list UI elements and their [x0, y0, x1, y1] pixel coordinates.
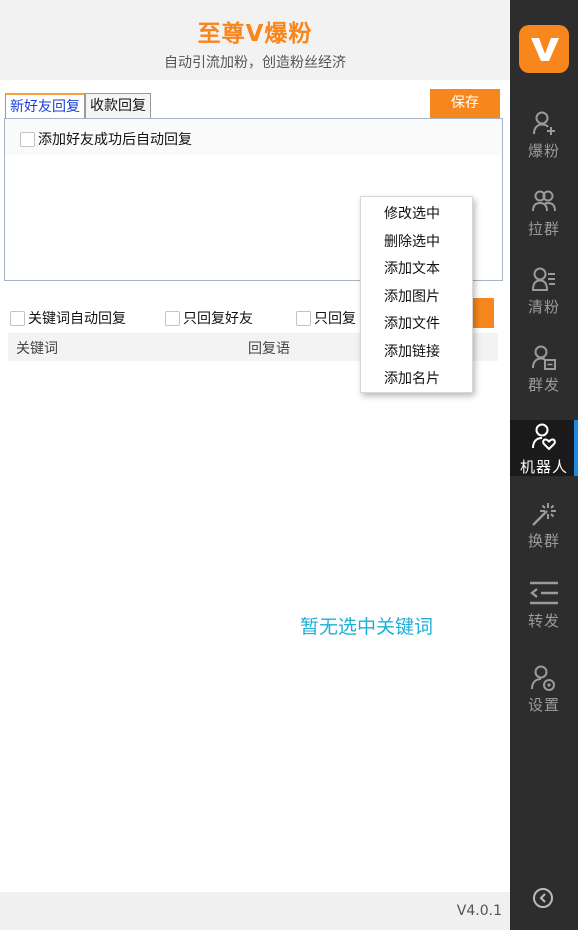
user-message-icon	[532, 345, 556, 370]
menu-item-add-link[interactable]: 添加链接	[361, 339, 472, 367]
auto-reply-label: 添加好友成功后自动回复	[38, 132, 192, 148]
menu-item-add-image[interactable]: 添加图片	[361, 284, 472, 312]
sidebar-item-label: 拉群	[527, 220, 560, 238]
sidebar-item-label: 机器人	[519, 458, 568, 476]
auto-reply-checkbox[interactable]	[20, 131, 35, 147]
reply-friends-only-option[interactable]: 只回复好友	[165, 308, 253, 328]
reply-friends-only-label: 只回复好友	[183, 311, 253, 327]
user-list-icon	[532, 267, 555, 291]
keyword-auto-reply-label: 关键词自动回复	[28, 311, 126, 327]
logo-v-icon	[531, 38, 559, 61]
keyword-auto-reply-checkbox[interactable]	[10, 310, 25, 326]
app-logo	[519, 25, 569, 73]
sidebar-item-laqun[interactable]: 拉群	[510, 188, 578, 246]
app-subtitle: 自动引流加粉，创造粉丝经济	[164, 55, 346, 71]
sidebar-item-label: 清粉	[527, 298, 560, 316]
footer-bar: V4.0.1	[0, 892, 510, 930]
collapse-button[interactable]	[531, 886, 555, 910]
user-settings-icon	[531, 665, 555, 691]
sidebar-item-robot[interactable]: 机器人	[510, 420, 578, 476]
sidebar-item-label: 群发	[527, 376, 560, 394]
sidebar-item-label: 设置	[527, 696, 560, 714]
menu-item-delete-selected[interactable]: 删除选中	[361, 229, 472, 257]
menu-item-add-card[interactable]: 添加名片	[361, 366, 472, 394]
sidebar-item-qunfa[interactable]: 群发	[510, 344, 578, 402]
sidebar-item-label: 转发	[527, 612, 560, 630]
reply-only-checkbox[interactable]	[296, 310, 311, 326]
sidebar-item-qingfen[interactable]: 清粉	[510, 266, 578, 324]
reply-tabs: 新好友回复 收款回复	[5, 93, 151, 120]
sidebar-item-label: 爆粉	[527, 142, 560, 160]
reply-friends-only-checkbox[interactable]	[165, 310, 180, 326]
reply-column-header: 回复语	[248, 341, 290, 357]
user-add-icon	[533, 111, 555, 135]
users-group-icon	[532, 190, 556, 212]
chevron-left-circle-icon	[533, 888, 553, 908]
sidebar-item-huanqun[interactable]: 换群	[510, 500, 578, 558]
version-label: V4.0.1	[456, 903, 502, 919]
menu-item-add-text[interactable]: 添加文本	[361, 256, 472, 284]
user-heart-icon	[532, 423, 556, 451]
keyword-column-header: 关键词	[16, 341, 58, 357]
sidebar-item-settings[interactable]: 设置	[510, 664, 578, 722]
magic-wand-icon	[532, 503, 556, 526]
keyword-auto-reply-option[interactable]: 关键词自动回复	[10, 308, 126, 328]
sidebar-item-label: 换群	[527, 532, 560, 550]
reply-only-option[interactable]: 只回复	[296, 308, 356, 328]
tab-payment-reply[interactable]: 收款回复	[85, 93, 151, 119]
app-header: 至尊V爆粉 自动引流加粉，创造粉丝经济	[0, 0, 510, 80]
empty-keyword-message: 暂无选中关键词	[300, 616, 434, 638]
context-menu: 修改选中 删除选中 添加文本 添加图片 添加文件 添加链接 添加名片	[360, 196, 473, 393]
sidebar-item-baofen[interactable]: 爆粉	[510, 110, 578, 168]
save-button[interactable]: 保存	[430, 89, 500, 118]
app-title: 至尊V爆粉	[197, 21, 313, 47]
reply-only-label: 只回复	[314, 311, 356, 327]
menu-item-add-file[interactable]: 添加文件	[361, 311, 472, 339]
auto-reply-option[interactable]: 添加好友成功后自动回复	[20, 129, 192, 149]
tab-new-friend-reply[interactable]: 新好友回复	[5, 93, 85, 120]
sidebar-item-zhuanfa[interactable]: 转发	[510, 580, 578, 638]
sidebar: 爆粉 拉群 清粉 群发 机器人 换群 转发 设置	[510, 0, 578, 930]
active-indicator	[574, 420, 578, 476]
auto-reply-row: 添加好友成功后自动回复	[5, 119, 502, 155]
forward-list-icon	[530, 581, 558, 605]
menu-item-edit-selected[interactable]: 修改选中	[361, 201, 472, 229]
